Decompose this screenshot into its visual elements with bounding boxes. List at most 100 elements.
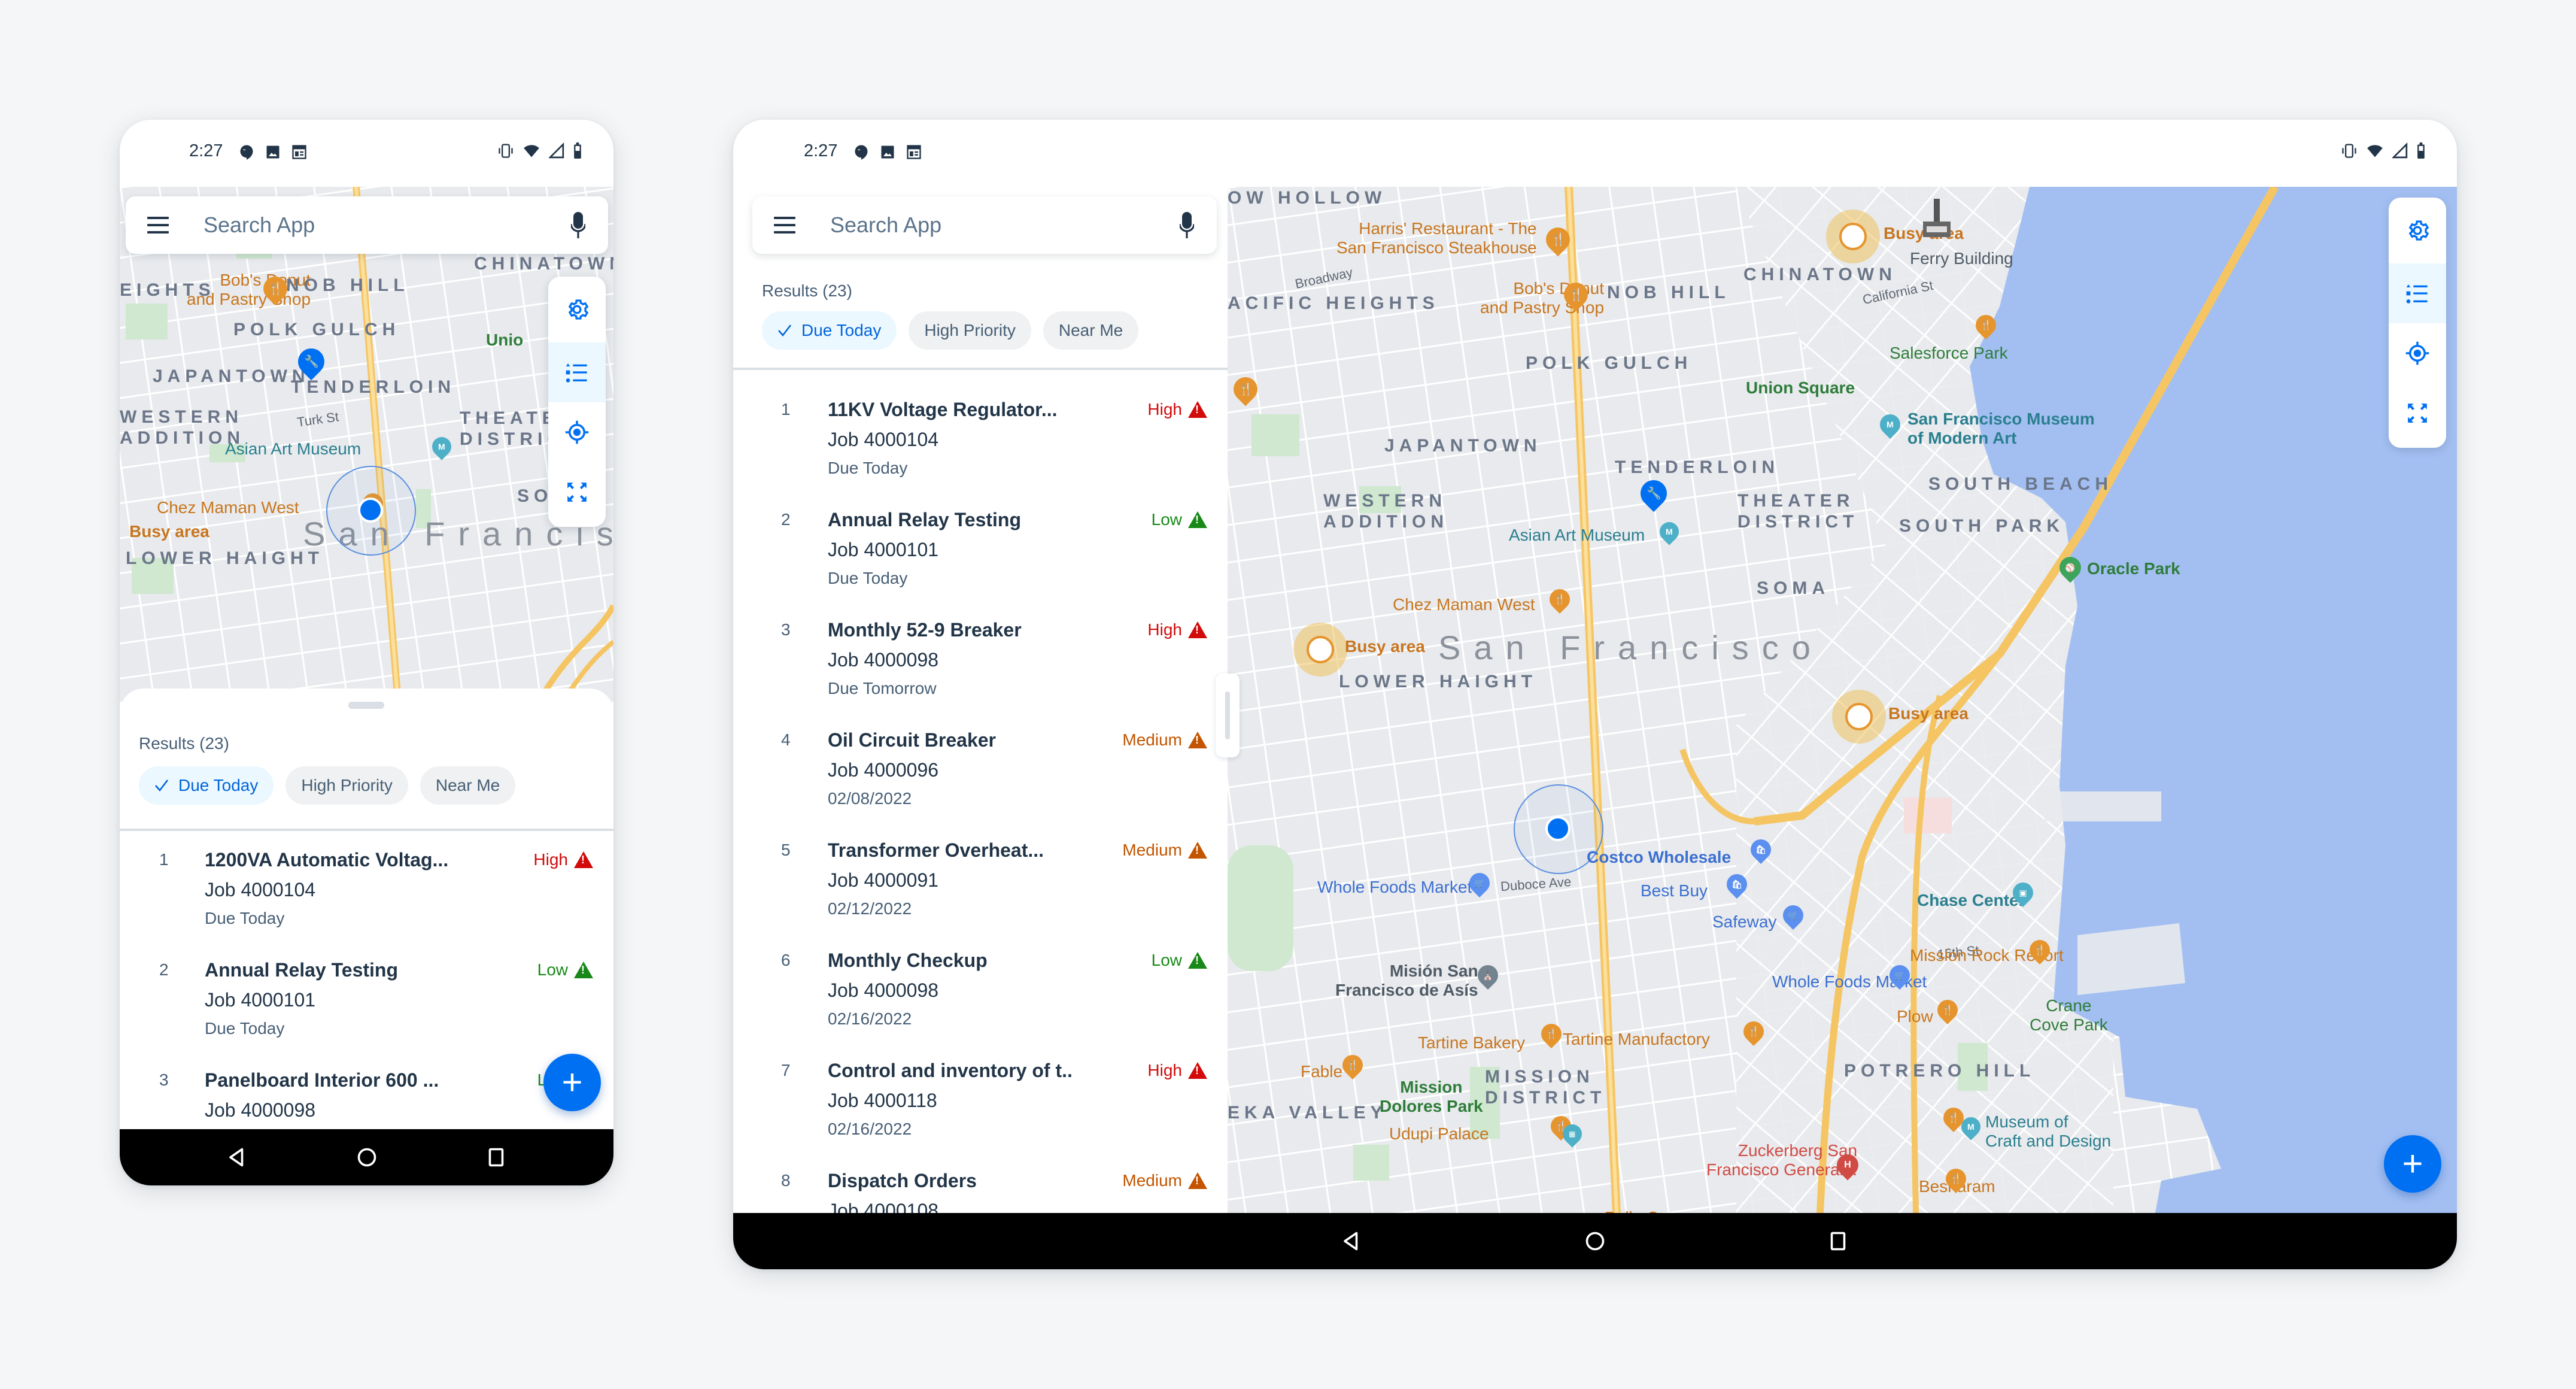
status-time: 2:27 [189, 141, 223, 160]
chip-high-priority[interactable]: High Priority [909, 311, 1031, 350]
map-label: POLK GULCH [1526, 353, 1693, 373]
warning-triangle-icon [1188, 952, 1207, 969]
map-label: Ferry Building [1910, 249, 2013, 268]
signal-icon [2392, 142, 2408, 159]
map-label: Whole Foods Market [1317, 878, 1472, 896]
priority-badge: High [533, 850, 593, 869]
svg-text:”: ” [243, 148, 245, 156]
chip-high-priority[interactable]: High Priority [285, 766, 408, 805]
microphone-icon[interactable] [1180, 212, 1194, 238]
map-label: Asian Art Museum [225, 439, 362, 458]
chip-due-today[interactable]: Due Today [139, 766, 274, 805]
panel-resize-handle[interactable] [1216, 674, 1240, 757]
chip-near-me[interactable]: Near Me [1043, 311, 1139, 350]
gear-icon [568, 299, 589, 320]
settings-button[interactable] [2389, 198, 2446, 263]
hangouts-icon: ” [240, 145, 253, 160]
warning-triangle-icon [574, 962, 593, 978]
back-icon[interactable] [1341, 1230, 1363, 1252]
map-label: Busy area [1345, 637, 1425, 656]
fullscreen-button[interactable] [548, 462, 606, 522]
item-job-number: Job 4000104 [828, 429, 939, 450]
item-title: Monthly Checkup [828, 950, 988, 971]
map-label: Udupi Palace [1389, 1124, 1489, 1143]
busy-area-icon[interactable] [1293, 623, 1347, 677]
list-item[interactable]: 2 Annual Relay Testing Job 4000101 Due Toda… [120, 941, 613, 1051]
item-job-number: Job 4000101 [828, 539, 939, 560]
news-icon [292, 145, 306, 159]
warning-triangle-icon [1188, 401, 1207, 418]
back-icon[interactable] [227, 1147, 248, 1168]
search-input[interactable] [830, 213, 1180, 238]
map-label: CHINATOWN [474, 254, 613, 274]
divider [733, 368, 1228, 370]
list-item[interactable]: 4 Oil Circuit Breaker Job 4000096 02/08/202… [733, 715, 1228, 825]
priority-label: High [1147, 400, 1182, 418]
recents-icon[interactable] [1827, 1230, 1849, 1252]
busy-area-icon[interactable] [1832, 690, 1886, 744]
my-location-button[interactable] [2389, 323, 2446, 383]
search-bar[interactable] [752, 196, 1217, 254]
map-label: WESTERN ADDITION [1323, 491, 1448, 532]
map-label: CHINATOWN [1743, 265, 1897, 284]
fullscreen-button[interactable] [2389, 383, 2446, 443]
map-label: Unio [486, 330, 524, 349]
priority-label: High [1147, 1061, 1182, 1079]
status-time: 2:27 [804, 141, 838, 160]
map-label: JAPANTOWN [153, 366, 310, 386]
chip-due-today[interactable]: Due Today [762, 311, 897, 350]
home-icon[interactable] [1584, 1230, 1606, 1252]
list-view-button[interactable] [548, 342, 606, 402]
item-job-number: Job 4000091 [828, 869, 939, 891]
my-location-button[interactable] [548, 402, 606, 462]
search-bar[interactable] [126, 196, 608, 254]
add-button[interactable]: + [2384, 1135, 2441, 1193]
home-icon[interactable] [356, 1147, 378, 1168]
chip-near-me[interactable]: Near Me [420, 766, 516, 805]
list-item[interactable]: 1 11KV Voltage Regulator... Job 4000104 Due… [733, 384, 1228, 495]
list-item[interactable]: 7 Control and inventory of t.. Job 4000118… [733, 1045, 1228, 1156]
item-index: 1 [159, 850, 169, 869]
map-label: JAPANTOWN [1384, 436, 1542, 456]
results-count: Results (23) [762, 281, 852, 300]
list-item[interactable]: 6 Monthly Checkup Job 4000098 02/16/2022 Low [733, 935, 1228, 1045]
tablet-map[interactable]: OW HOLLOW Harris' Restaurant - The San F… [1228, 187, 2457, 1213]
checkmark-icon [155, 780, 169, 792]
item-due-date: 02/16/2022 [828, 1120, 912, 1138]
priority-badge: High [1147, 620, 1207, 639]
sheet-drag-handle[interactable] [348, 702, 384, 709]
list-item[interactable]: 1 1200VA Automatic Voltag... Job 4000104 Du… [120, 831, 613, 941]
item-index: 7 [781, 1061, 791, 1079]
recents-icon[interactable] [485, 1147, 507, 1168]
item-due-date: Due Today [205, 1019, 285, 1038]
busy-area-icon[interactable] [1826, 210, 1880, 263]
chip-label: Due Today [178, 776, 259, 794]
map-label: Zuckerberg San Francisco General... [1706, 1141, 1858, 1179]
map-label: ACIFIC HEIGHTS [1228, 293, 1439, 313]
results-count: Results (23) [139, 734, 229, 753]
phone-map[interactable]: CHINATOWN EIGHTS Bob's Donut and Pastry … [120, 187, 613, 702]
microphone-icon[interactable] [571, 212, 585, 238]
status-right-icons [2341, 142, 2426, 159]
item-title: Annual Relay Testing [205, 959, 399, 981]
list-item[interactable]: 8 Dispatch Orders Job 4000108 Medium [733, 1156, 1228, 1213]
item-due-date: Due Today [828, 459, 908, 477]
hamburger-menu-icon[interactable] [147, 217, 169, 233]
ferry-building-icon [1923, 199, 1951, 237]
list-view-button[interactable] [2389, 263, 2446, 323]
list-item[interactable]: 5 Transformer Overheat... Job 4000091 02/12… [733, 825, 1228, 935]
item-due-date: 02/16/2022 [828, 1009, 912, 1028]
map-label: Costco Wholesale [1587, 848, 1731, 866]
chip-label: Due Today [801, 321, 882, 339]
filter-chips: Due Today High Priority Near Me [139, 766, 516, 805]
settings-button[interactable] [548, 277, 606, 342]
priority-label: Medium [1122, 841, 1182, 859]
list-item[interactable]: 2 Annual Relay Testing Job 4000101 Due Toda… [733, 495, 1228, 605]
map-label: Plow [1897, 1007, 1933, 1026]
news-icon [907, 145, 921, 159]
list-item[interactable]: 3 Monthly 52-9 Breaker Job 4000098 Due Tomo… [733, 605, 1228, 715]
work-order-list: 1 11KV Voltage Regulator... Job 4000104 Due… [733, 384, 1228, 1213]
search-input[interactable] [203, 213, 571, 238]
add-button[interactable]: + [543, 1054, 601, 1111]
hamburger-menu-icon[interactable] [774, 217, 795, 233]
